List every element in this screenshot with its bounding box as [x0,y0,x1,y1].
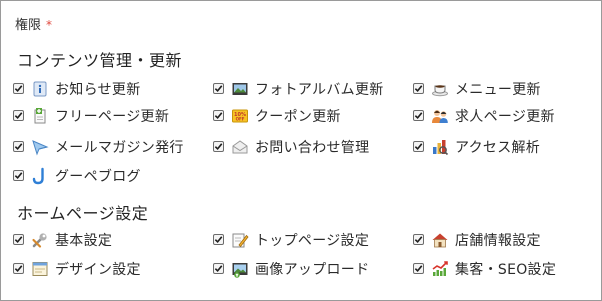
permission-label: 店舗情報設定 [455,233,541,249]
permission-label: メールマガジン発行 [55,140,184,156]
permission-coupon-update[interactable]: 10% OFF クーポン更新 [213,105,341,127]
document-plus-icon [31,107,49,125]
permission-label: フリーページ更新 [55,109,170,125]
permission-goope-blog[interactable]: グーペブログ [13,165,141,187]
checkbox[interactable] [13,262,24,274]
checkbox[interactable] [413,262,424,274]
permission-news-update[interactable]: お知らせ更新 [13,78,141,100]
field-label: 権限 * [15,14,52,33]
checkbox[interactable] [13,169,24,181]
analytics-icon [431,138,449,156]
edit-page-icon [231,231,249,249]
permission-basic-settings[interactable]: 基本設定 [13,229,112,251]
checkbox[interactable] [13,109,24,121]
permission-label: お知らせ更新 [55,82,141,98]
required-mark: * [46,18,53,32]
permission-label: 集客・SEO設定 [455,262,557,278]
coffee-cup-icon [431,80,449,98]
section-title-content: コンテンツ管理・更新 [17,51,183,70]
permission-label: グーペブログ [55,169,141,185]
permission-label: クーポン更新 [255,109,341,125]
permission-label: フォトアルバム更新 [255,82,384,98]
checkbox[interactable] [213,233,224,245]
field-label-text: 権限 [15,18,42,33]
permission-job-page-update[interactable]: 求人ページ更新 [413,105,555,127]
checkbox[interactable] [13,233,24,245]
checkbox[interactable] [213,109,224,121]
image-upload-icon [231,260,249,278]
permission-label: お問い合わせ管理 [255,140,370,156]
svg-text:OFF: OFF [236,116,245,121]
permission-label: 基本設定 [55,233,113,249]
permission-free-page-update[interactable]: フリーページ更新 [13,105,169,127]
permission-design-settings[interactable]: デザイン設定 [13,258,141,280]
coupon-icon: 10% OFF [231,107,249,125]
checkbox[interactable] [413,109,424,121]
permission-label: メニュー更新 [455,82,541,98]
design-window-icon [31,260,49,278]
permission-mail-magazine[interactable]: メールマガジン発行 [13,136,184,158]
people-icon [431,107,449,125]
wrench-icon [31,231,49,249]
permission-label: アクセス解析 [455,140,541,156]
permission-label: トップページ設定 [255,233,370,249]
permissions-panel: 権限 * コンテンツ管理・更新 お知らせ更新 フォトアルバム更新 メニュー更新 フ… [0,0,602,301]
blog-logo-icon [31,167,49,185]
checkbox[interactable] [213,82,224,94]
envelope-icon [231,138,249,156]
checkbox[interactable] [213,262,224,274]
permission-access-analytics[interactable]: アクセス解析 [413,136,540,158]
house-icon [431,231,449,249]
growth-chart-icon [431,260,449,278]
permission-top-page-settings[interactable]: トップページ設定 [213,229,369,251]
permission-photo-album-update[interactable]: フォトアルバム更新 [213,78,384,100]
permission-label: 画像アップロード [255,262,370,278]
checkbox[interactable] [13,82,24,94]
permission-image-upload[interactable]: 画像アップロード [213,258,369,280]
checkbox[interactable] [413,233,424,245]
mail-send-icon [31,138,49,156]
checkbox[interactable] [413,140,424,152]
permission-seo-settings[interactable]: 集客・SEO設定 [413,258,556,280]
section-title-homepage: ホームページ設定 [17,204,149,223]
permission-store-info-settings[interactable]: 店舗情報設定 [413,229,541,251]
photo-album-icon [231,80,249,98]
checkbox[interactable] [413,82,424,94]
permission-label: デザイン設定 [55,262,141,278]
permission-menu-update[interactable]: メニュー更新 [413,78,541,100]
permission-label: 求人ページ更新 [455,109,555,125]
permission-inquiry-management[interactable]: お問い合わせ管理 [213,136,369,158]
checkbox[interactable] [213,140,224,152]
checkbox[interactable] [13,140,24,152]
info-icon [31,80,49,98]
